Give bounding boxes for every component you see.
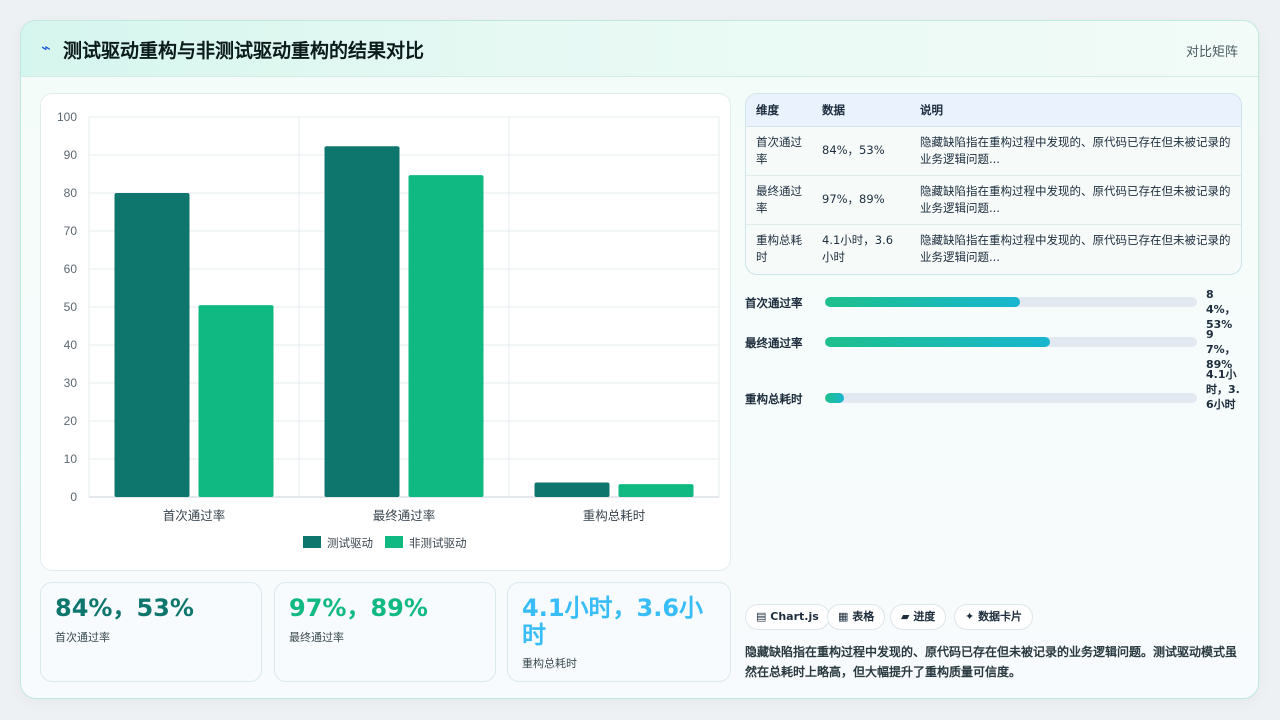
table-cell-data: 4.1小时，3.6小时 (822, 232, 894, 264)
stat-label: 首次通过率 (55, 631, 110, 644)
stat-label: 最终通过率 (289, 631, 344, 644)
chip-label: 数据卡片 (978, 610, 1023, 623)
table-row: 最终通过率 97%，89% 隐藏缺陷指在重构过程中发现的、原代码已存在但未被记录… (746, 175, 1241, 225)
data-table: 维度 数据 说明 首次通过率 84%，53% 隐藏缺陷指在重构过程中发现的、原代… (746, 94, 1241, 273)
bar-chart: 0 10 20 30 40 50 60 70 80 90 100 首次通过率 最终通过率 重构总耗时测试驱… (57, 110, 720, 550)
progress-label: 重构总耗时 (745, 392, 803, 406)
progress-value: 4.1小时，3.6小时 (1206, 368, 1240, 411)
legend-swatch (303, 536, 321, 548)
table-cell-description: 隐藏缺陷指在重构过程中发现的、原代码已存在但未被记录的业务逻辑问题... (910, 175, 1241, 225)
chip-chartjs[interactable]: ▤ Chart.js (745, 604, 830, 630)
y-tick-label: 100 (57, 110, 77, 124)
stat-label: 重构总耗时 (522, 657, 577, 670)
bar-chart-panel: 0 10 20 30 40 50 60 70 80 90 100 首次通过率 最终通过率 重构总耗时测试驱… (40, 93, 731, 571)
table-cell-dimension: 最终通过率 (746, 175, 812, 225)
table-header-cell: 维度 (746, 94, 812, 127)
chip-label: 进度 (913, 610, 936, 623)
bar (618, 484, 694, 497)
table-row: 首次通过率 84%，53% 隐藏缺陷指在重构过程中发现的、原代码已存在但未被记录… (746, 126, 1241, 176)
y-tick-label: 40 (64, 338, 78, 352)
table-cell-data: 97%，89% (812, 175, 910, 225)
progress-fill (825, 297, 1020, 307)
chip-label: Chart.js (770, 610, 819, 623)
table-row: 重构总耗时 4.1小时，3.6小时 隐藏缺陷指在重构过程中发现的、原代码已存在但… (746, 224, 1241, 273)
y-tick-label: 70 (64, 224, 78, 238)
bar (198, 305, 274, 497)
legend-label: 测试驱动 (327, 536, 373, 550)
progress-label: 首次通过率 (745, 296, 803, 310)
table-cell-description: 隐藏缺陷指在重构过程中发现的、原代码已存在但未被记录的业务逻辑问题... (920, 232, 1231, 264)
y-tick-label: 90 (64, 148, 78, 162)
stat-value: 4.1小时，3.6小时 (522, 594, 704, 649)
table-cell-description: 隐藏缺陷指在重构过程中发现的、原代码已存在但未被记录的业务逻辑问题... (910, 126, 1241, 176)
chip-progress[interactable]: ▰ 进度 (890, 604, 947, 630)
y-tick-label: 30 (64, 376, 78, 390)
progress-fill (825, 337, 1051, 347)
data-table-panel: 维度 数据 说明 首次通过率 84%，53% 隐藏缺陷指在重构过程中发现的、原代… (745, 93, 1242, 275)
x-tick-label: 首次通过率 (163, 508, 226, 523)
progress-label: 最终通过率 (745, 336, 803, 350)
progress-track (825, 337, 1197, 347)
y-tick-label: 60 (64, 262, 78, 276)
chip-data-card[interactable]: ✦ 数据卡片 (954, 604, 1034, 630)
progress-fill (825, 393, 844, 403)
bar (408, 175, 484, 497)
progress-value: 97%，89% (1206, 328, 1236, 371)
matrix-link[interactable]: 对比矩阵 (1186, 41, 1238, 60)
table-header-row: 维度 数据 说明 (746, 94, 1241, 127)
table-icon: ▦ (838, 610, 849, 623)
y-tick-label: 10 (64, 452, 78, 466)
stat-card: 4.1小时，3.6小时 重构总耗时 (507, 582, 731, 682)
progress-track (825, 297, 1197, 307)
table-header-cell: 数据 (812, 94, 910, 127)
comparison-card: ⌁ 测试驱动重构与非测试驱动重构的结果对比 对比矩阵 0 10 20 30 40 50 60… (20, 20, 1259, 699)
chart-icon: ▤ (756, 610, 767, 623)
progress-track (825, 393, 1197, 403)
stat-value: 97%，89% (289, 594, 428, 622)
progress-value: 84%，53% (1206, 288, 1236, 331)
table-cell-dimension: 重构总耗时 (756, 232, 802, 264)
summary-note: 隐藏缺陷指在重构过程中发现的、原代码已存在但未被记录的业务逻辑问题。测试驱动模式… (745, 645, 1238, 679)
wave-icon: ⌁ (41, 38, 51, 57)
stat-card: 97%，89% 最终通过率 (274, 582, 496, 682)
table-cell-data: 84%，53% (812, 126, 910, 176)
card-header: ⌁ 测试驱动重构与非测试驱动重构的结果对比 对比矩阵 (21, 21, 1258, 77)
bar (114, 193, 190, 497)
bar (534, 482, 610, 497)
table-cell-dimension: 首次通过率 (746, 126, 812, 176)
stat-card: 84%，53% 首次通过率 (40, 582, 262, 682)
page-title: 测试驱动重构与非测试驱动重构的结果对比 (63, 40, 425, 62)
sparkle-icon: ✦ (965, 610, 975, 623)
legend-label: 非测试驱动 (409, 536, 467, 550)
stat-value: 84%，53% (55, 594, 194, 622)
table-header-cell: 说明 (910, 94, 1241, 127)
chip-label: 表格 (852, 610, 875, 623)
y-tick-label: 0 (70, 490, 77, 504)
y-tick-label: 20 (64, 414, 78, 428)
progress-icon: ▰ (901, 610, 910, 623)
bar (324, 146, 400, 497)
y-tick-label: 50 (64, 300, 78, 314)
y-tick-label: 80 (64, 186, 78, 200)
legend-swatch (385, 536, 403, 548)
x-tick-label: 重构总耗时 (583, 508, 646, 523)
x-tick-label: 最终通过率 (373, 508, 436, 523)
chip-table[interactable]: ▦ 表格 (827, 604, 886, 630)
